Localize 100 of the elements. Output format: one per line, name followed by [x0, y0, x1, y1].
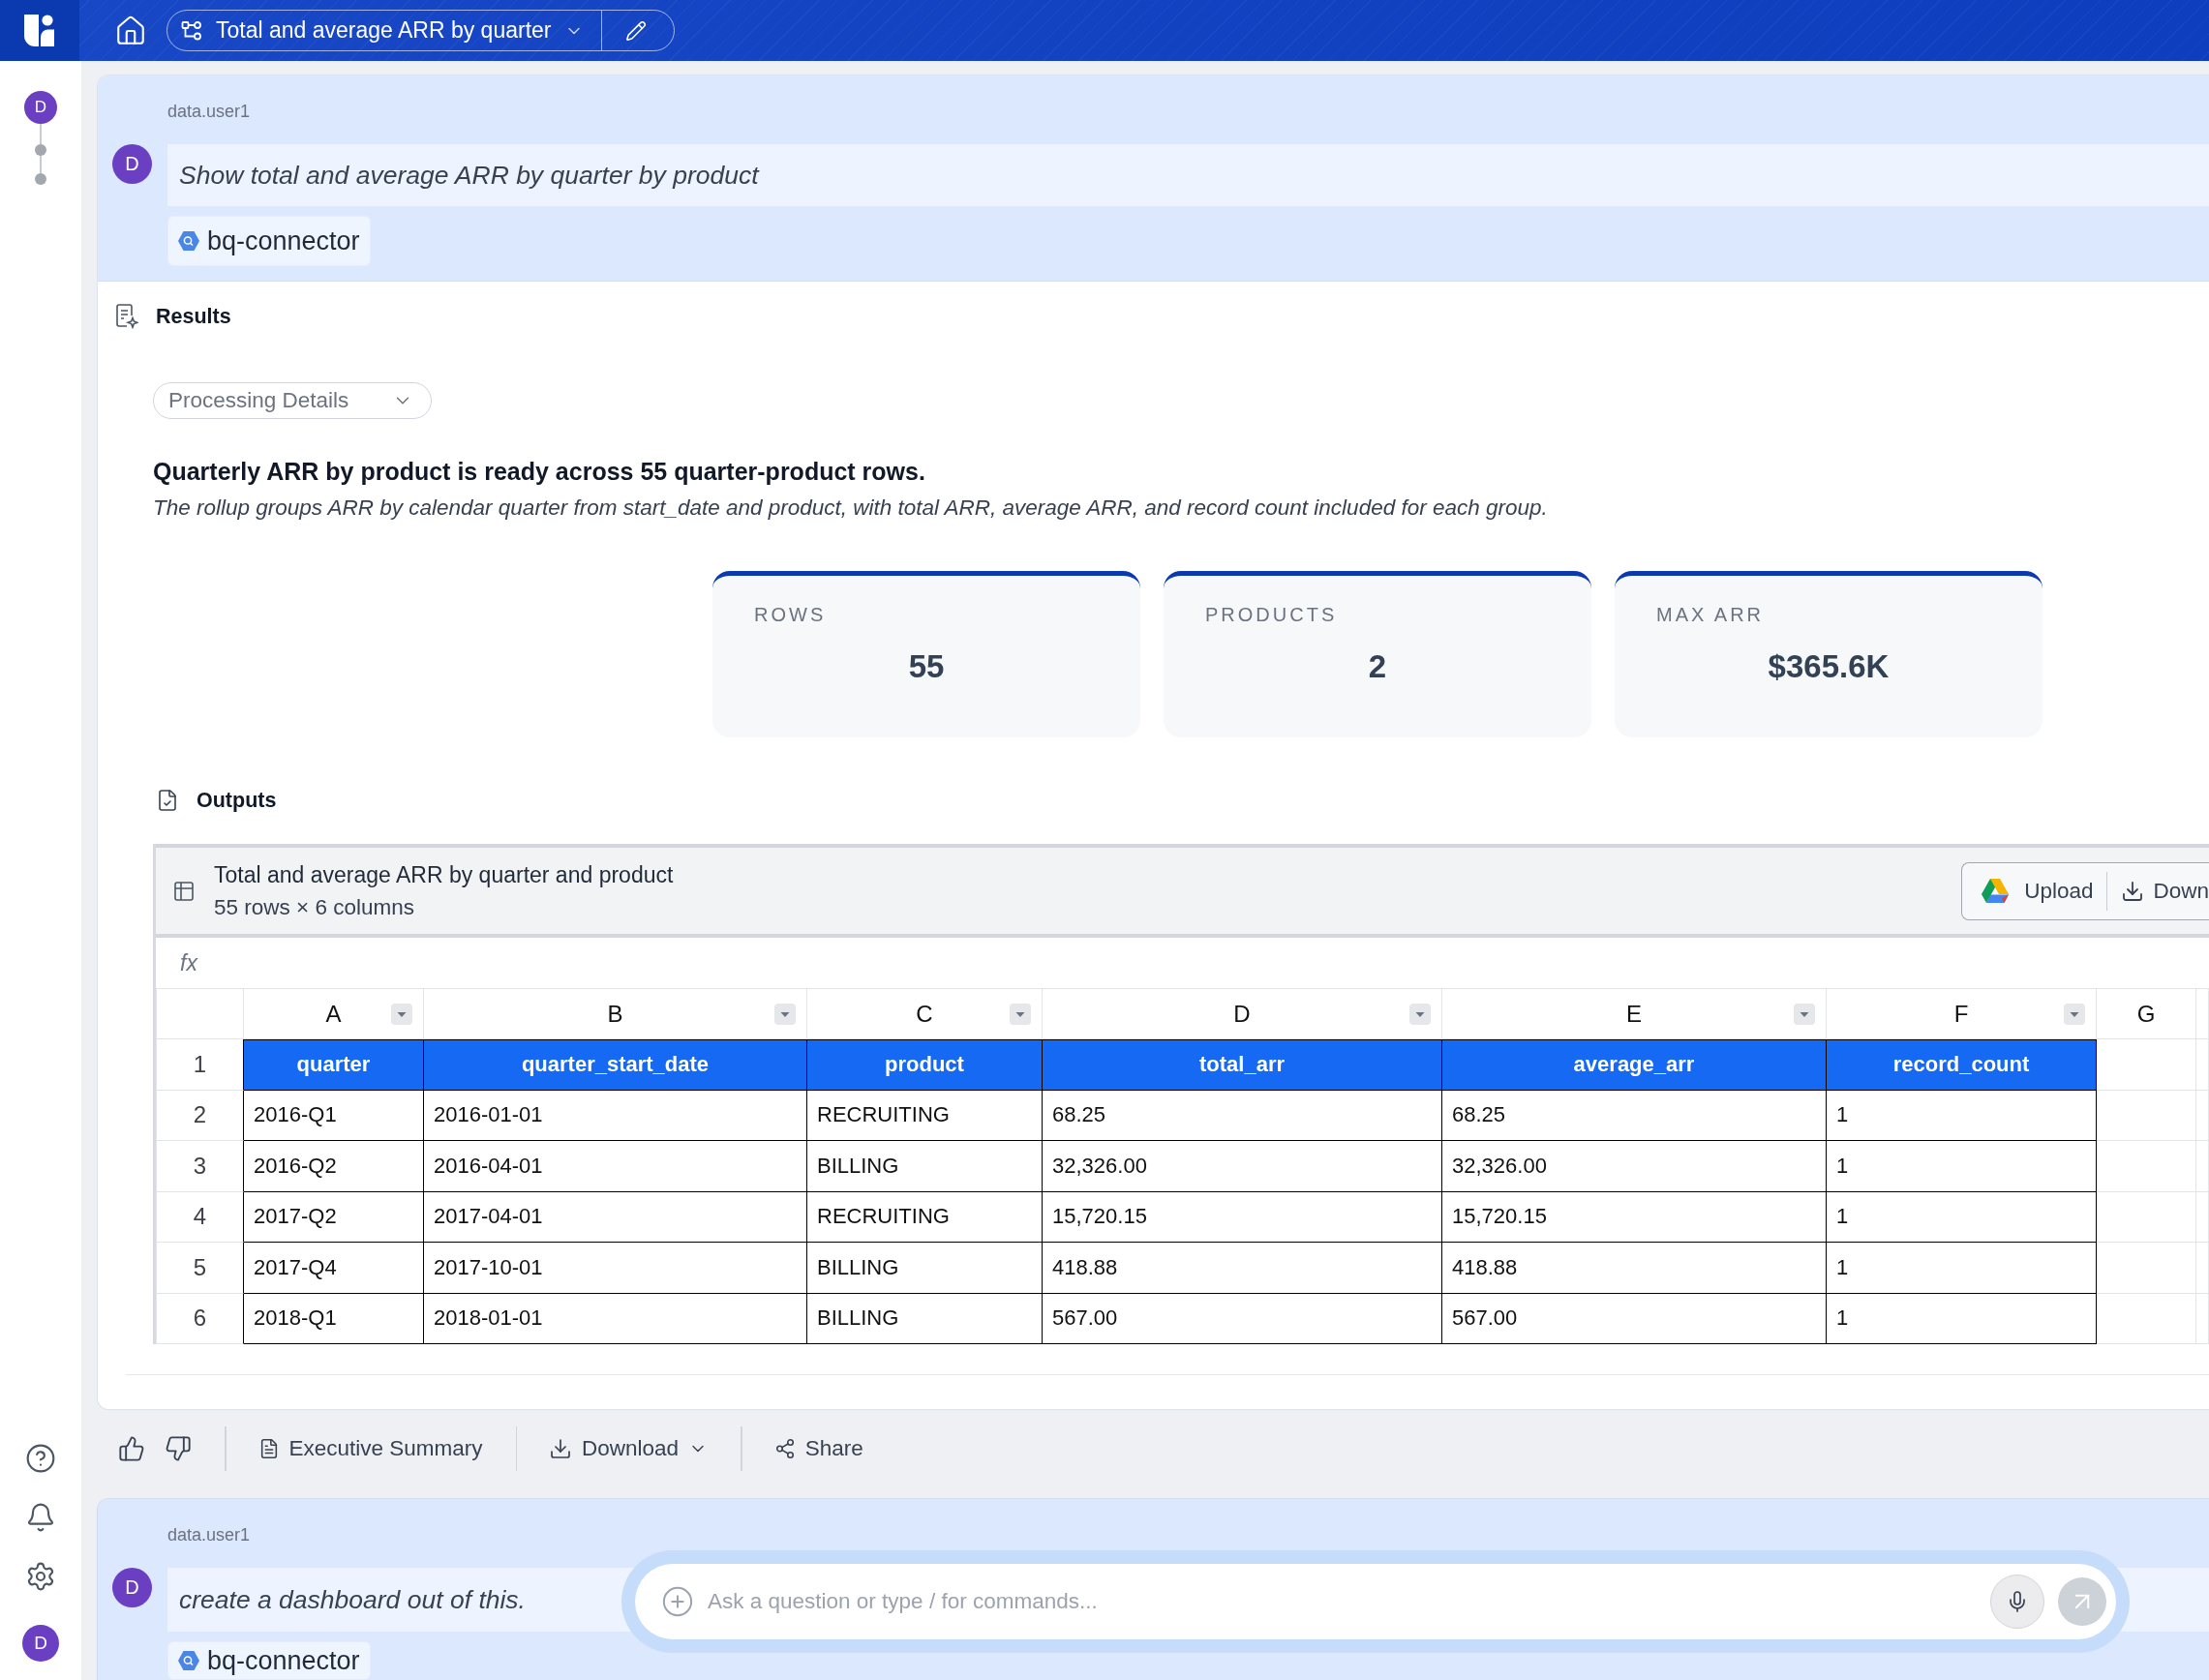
- branch-icon: [181, 19, 202, 42]
- column-letter[interactable]: G: [2136, 1000, 2156, 1028]
- table-cell: 418.88: [1043, 1243, 1442, 1294]
- table-cell: 2018-Q1: [244, 1293, 424, 1344]
- dropdown-caret-icon[interactable]: [1409, 1003, 1431, 1025]
- table-cell: 2016-Q1: [244, 1090, 424, 1141]
- table-cell: 1: [1827, 1090, 2097, 1141]
- prompt-text: Show total and average ARR by quarter by product: [167, 144, 2209, 206]
- column-letter[interactable]: E: [1626, 1000, 1642, 1028]
- dropdown-caret-icon[interactable]: [1794, 1003, 1815, 1025]
- share-icon: [773, 1437, 796, 1459]
- thumbs-up-icon[interactable]: [118, 1434, 145, 1462]
- message-input[interactable]: Ask a question or type / for commands...: [708, 1582, 1977, 1621]
- hexagon-search-icon: [178, 1651, 199, 1670]
- column-letter[interactable]: F: [1953, 1000, 1969, 1028]
- table-cell: 15,720.15: [1442, 1191, 1827, 1243]
- table-cell: 2018-01-01: [424, 1293, 807, 1344]
- logo-icon[interactable]: [24, 15, 55, 46]
- row-number: 6: [157, 1293, 244, 1344]
- microphone-button[interactable]: [1990, 1575, 2044, 1629]
- home-icon[interactable]: [114, 14, 147, 47]
- row-number: 2: [157, 1090, 244, 1141]
- stat-value: 55: [908, 648, 945, 685]
- stat-label: MAX ARR: [1656, 603, 1765, 626]
- dropdown-caret-icon[interactable]: [2064, 1003, 2085, 1025]
- results-title: Results: [156, 305, 231, 328]
- table-header-cell: record_count: [1827, 1039, 2097, 1091]
- stat-value: 2: [1368, 648, 1387, 685]
- table-cell: 68.25: [1043, 1090, 1442, 1141]
- table-cell: RECRUITING: [807, 1191, 1043, 1243]
- table-cell: 1: [1827, 1293, 2097, 1344]
- user-avatar: D: [112, 1568, 152, 1607]
- hexagon-search-icon: [178, 231, 199, 251]
- timeline-steps-icon: [34, 124, 47, 186]
- table-cell: 68.25: [1442, 1090, 1827, 1141]
- stat-value: $365.6K: [1768, 648, 1890, 685]
- download-icon: [2121, 879, 2145, 903]
- column-letter[interactable]: C: [916, 1000, 933, 1028]
- stat-label: ROWS: [754, 603, 827, 626]
- column-letter[interactable]: B: [607, 1000, 623, 1028]
- user-name: data.user1: [167, 101, 252, 122]
- download-button[interactable]: Down: [2106, 871, 2209, 911]
- row-number: 5: [157, 1243, 244, 1294]
- table-header-cell: average_arr: [1442, 1039, 1827, 1091]
- row-number: 3: [157, 1141, 244, 1192]
- pencil-icon[interactable]: [625, 19, 648, 42]
- message-field[interactable]: Ask a question or type / for commands...: [635, 1564, 2116, 1639]
- connector-chip[interactable]: bq-connector: [167, 216, 371, 266]
- table-cell: 2016-Q2: [244, 1141, 424, 1192]
- table-cell: 2017-Q4: [244, 1243, 424, 1294]
- processing-details-dropdown[interactable]: Processing Details: [153, 382, 432, 419]
- table-cell: 1: [1827, 1141, 2097, 1192]
- table-header-cell: quarter: [244, 1039, 424, 1091]
- table-cell: 567.00: [1442, 1293, 1827, 1344]
- result-summary: The rollup groups ARR by calendar quarter from start_date and product, with total ARR, average ARR, and record count included for each group.: [153, 495, 1549, 521]
- table-cell: RECRUITING: [807, 1090, 1043, 1141]
- connector-chip[interactable]: bq-connector: [167, 1641, 371, 1680]
- dropdown-caret-icon[interactable]: [391, 1003, 412, 1025]
- table-cell: 32,326.00: [1442, 1141, 1827, 1192]
- table-cell: BILLING: [807, 1293, 1043, 1344]
- table-header-cell: product: [807, 1039, 1043, 1091]
- executive-summary-button[interactable]: Executive Summary: [257, 1435, 483, 1461]
- dropdown-caret-icon[interactable]: [1010, 1003, 1031, 1025]
- download-icon: [549, 1436, 573, 1460]
- bell-icon[interactable]: [25, 1502, 56, 1533]
- user-avatar: D: [112, 144, 152, 184]
- user-avatar[interactable]: D: [24, 91, 57, 124]
- result-headline: Quarterly ARR by product is ready across 55 quarter-product rows.: [153, 457, 926, 486]
- profile-avatar[interactable]: D: [22, 1625, 59, 1662]
- user-name: data.user1: [167, 1524, 252, 1545]
- settings-icon[interactable]: [25, 1561, 56, 1592]
- dropdown-caret-icon[interactable]: [774, 1003, 796, 1025]
- table-cell: 2016-04-01: [424, 1141, 807, 1192]
- download-button[interactable]: Download: [549, 1435, 709, 1461]
- table-cell: 2016-01-01: [424, 1090, 807, 1141]
- table-header-cell: quarter_start_date: [424, 1039, 807, 1091]
- upload-button[interactable]: Upload: [1962, 871, 2107, 911]
- table-cell: BILLING: [807, 1141, 1043, 1192]
- table-cell: 2017-10-01: [424, 1243, 807, 1294]
- stat-label: PRODUCTS: [1205, 603, 1338, 626]
- share-button[interactable]: Share: [773, 1435, 863, 1461]
- thumbs-down-icon[interactable]: [165, 1434, 192, 1462]
- table-cell: 2017-Q2: [244, 1191, 424, 1243]
- table-header-cell: total_arr: [1043, 1039, 1442, 1091]
- triangle-logo-icon: [1982, 879, 2010, 903]
- table-cell: BILLING: [807, 1243, 1043, 1294]
- table-cell: 2017-04-01: [424, 1191, 807, 1243]
- table-cell: 15,720.15: [1043, 1191, 1442, 1243]
- column-letter[interactable]: D: [1233, 1000, 1251, 1028]
- table-subtitle: 55 rows × 6 columns: [214, 894, 415, 920]
- table-cell: 1: [1827, 1243, 2097, 1294]
- table-cell: 418.88: [1442, 1243, 1827, 1294]
- fx-label: fx: [180, 949, 197, 976]
- table-title: Total and average ARR by quarter and product: [214, 861, 674, 887]
- table-cell: 1: [1827, 1191, 2097, 1243]
- column-letter[interactable]: A: [325, 1000, 342, 1028]
- table-cell: 32,326.00: [1043, 1141, 1442, 1192]
- row-number: 4: [157, 1191, 244, 1243]
- table-icon: [172, 879, 196, 903]
- help-icon[interactable]: [25, 1443, 56, 1474]
